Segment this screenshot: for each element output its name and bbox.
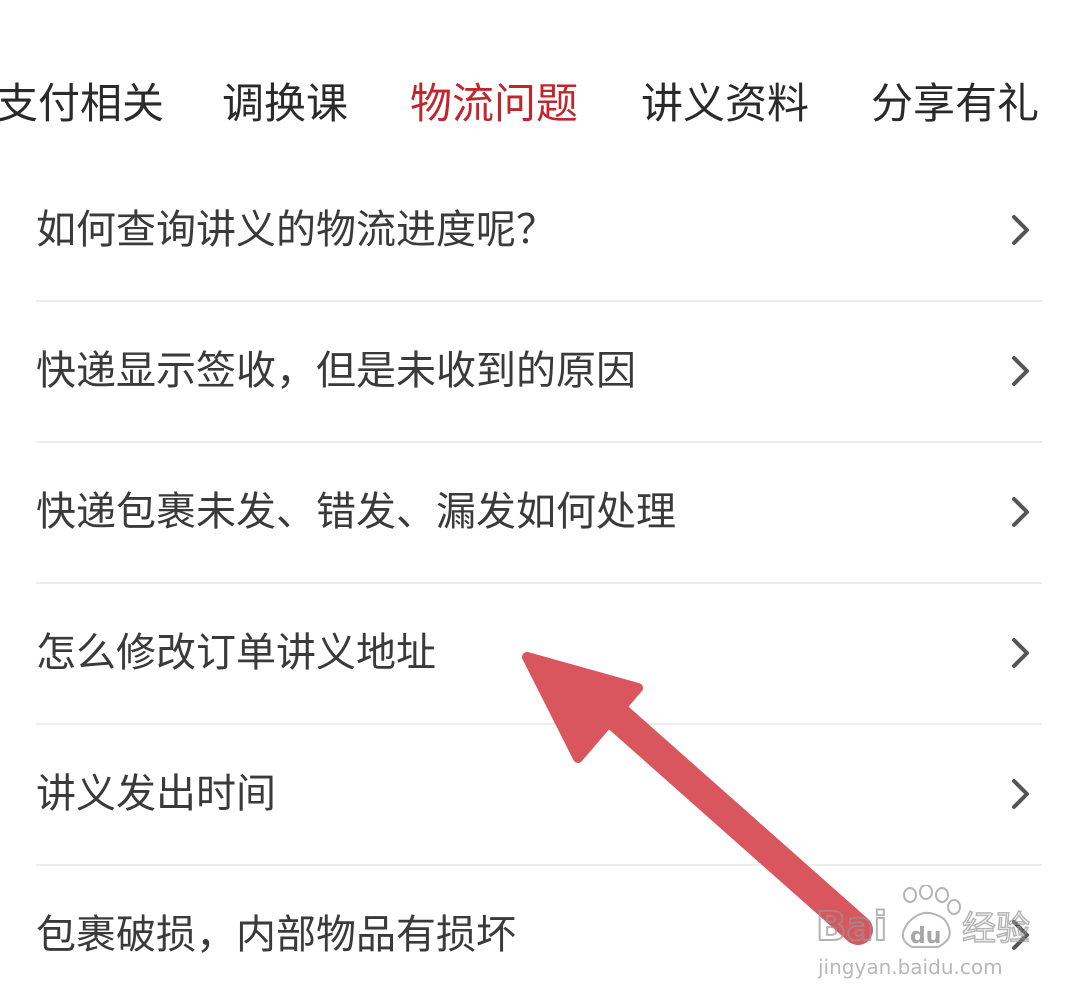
tab-class-change[interactable]: 调换课 xyxy=(222,72,348,136)
chevron-right-icon xyxy=(1012,356,1029,386)
chevron-right-icon xyxy=(1012,779,1029,809)
faq-item[interactable]: 包裹破损，内部物品有损坏 xyxy=(0,865,1068,1004)
category-tabs: 支付相关 调换课 物流问题 讲义资料 分享有礼 xyxy=(0,72,1068,136)
faq-item-label: 快递显示签收，但是未收到的原因 xyxy=(36,348,636,394)
tab-payment[interactable]: 支付相关 xyxy=(0,72,164,136)
chevron-right-icon xyxy=(1012,920,1029,950)
tab-share-gift[interactable]: 分享有礼 xyxy=(871,72,1039,136)
tab-materials[interactable]: 讲义资料 xyxy=(641,72,809,136)
faq-item-label: 如何查询讲义的物流进度呢？ xyxy=(36,207,556,253)
faq-item[interactable]: 快递包裹未发、错发、漏发如何处理 xyxy=(0,442,1068,583)
faq-item-label: 怎么修改订单讲义地址 xyxy=(36,630,436,676)
faq-item-label: 讲义发出时间 xyxy=(36,771,276,817)
faq-page: 支付相关 调换课 物流问题 讲义资料 分享有礼 如何查询讲义的物流进度呢？ 快递… xyxy=(0,0,1068,1004)
tab-logistics[interactable]: 物流问题 xyxy=(410,72,578,136)
chevron-right-icon xyxy=(1012,638,1029,668)
chevron-right-icon xyxy=(1012,215,1029,245)
chevron-right-icon xyxy=(1012,497,1029,527)
faq-item-label: 包裹破损，内部物品有损坏 xyxy=(36,912,516,958)
faq-item[interactable]: 怎么修改订单讲义地址 xyxy=(0,583,1068,724)
faq-item[interactable]: 讲义发出时间 xyxy=(0,724,1068,865)
faq-item[interactable]: 如何查询讲义的物流进度呢？ xyxy=(0,160,1068,301)
faq-item[interactable]: 快递显示签收，但是未收到的原因 xyxy=(0,301,1068,442)
faq-item-label: 快递包裹未发、错发、漏发如何处理 xyxy=(36,489,676,535)
